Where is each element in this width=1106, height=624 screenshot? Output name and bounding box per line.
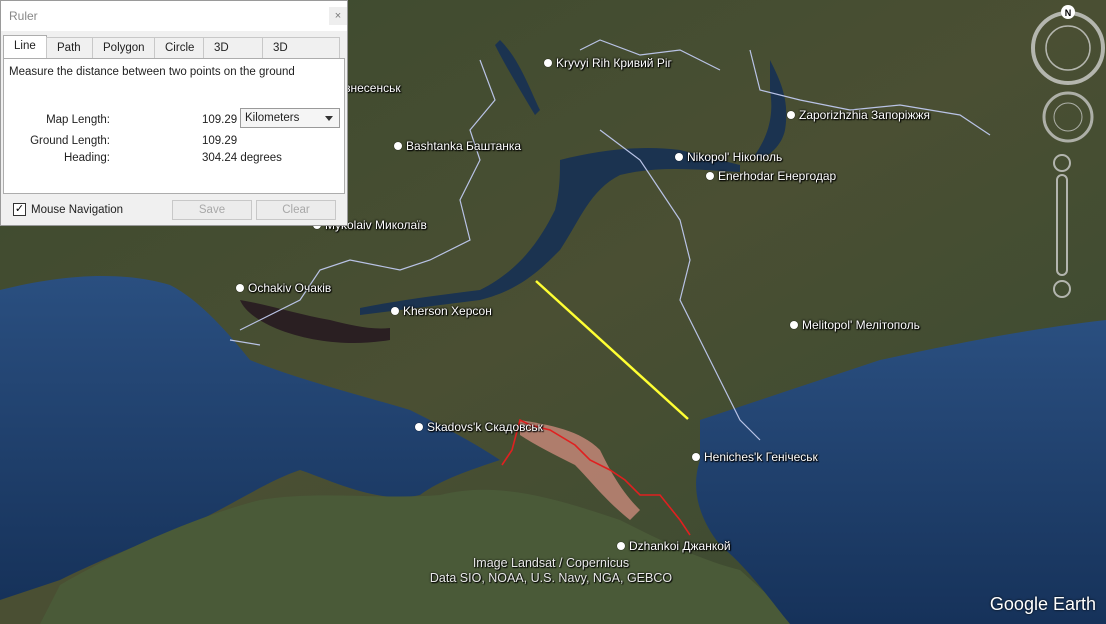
unit-dropdown-value: Kilometers [245,112,300,124]
close-icon[interactable]: × [329,7,347,25]
map-length-label: Map Length: [46,114,110,126]
place-marker-icon [617,542,625,550]
place-marker-icon [692,453,700,461]
tab-circle[interactable]: Circle [154,37,204,58]
place-marker-icon [415,423,423,431]
mouse-navigation-checkbox[interactable]: ✓ [13,203,26,216]
place-marker-icon [787,111,795,119]
place-skadovsk[interactable]: Skadovs'k Скадовськ [415,420,543,434]
heading-label: Heading: [63,152,110,164]
place-bashtanka[interactable]: Bashtanka Баштанка [394,139,521,153]
ground-length-label: Ground Length: [30,135,110,147]
ruler-titlebar[interactable]: Ruler × [1,1,347,31]
ruler-tabs: Line Path Polygon Circle 3D path 3D poly… [3,35,340,75]
place-label: Skadovs'k Скадовськ [427,420,543,434]
place-marker-icon [236,284,244,292]
place-marker-icon [706,172,714,180]
place-label: Zaporizhzhia Запоріжжя [799,108,931,122]
place-label: Melitopol' Мелітополь [802,318,920,332]
place-marker-icon [675,153,683,161]
place-partial-label: знесенськ [345,81,401,95]
tab-3d-path[interactable]: 3D path [203,37,263,75]
tab-line[interactable]: Line [3,35,47,58]
look-joystick-icon [1042,91,1094,143]
unit-dropdown[interactable]: Kilometers [240,108,340,128]
place-label: Heniches'k Генічеськ [704,450,818,464]
mouse-navigation-label[interactable]: Mouse Navigation [31,204,123,216]
place-kryvyi-rih[interactable]: Kryvyi Rih Кривий Ріг [544,56,672,70]
compass-ring[interactable] [1031,11,1105,85]
save-button[interactable]: Save [172,200,252,220]
heading-value: 304.24 degrees [202,152,282,164]
ruler-title: Ruler [9,9,38,23]
place-enerhodar[interactable]: Enerhodar Енергодар [706,169,836,183]
map-length-value: 109.29 [202,114,238,126]
navigation-controls[interactable]: N [1020,0,1106,310]
place-dzhankoi[interactable]: Dzhankoi Джанкой [617,539,731,553]
clear-button[interactable]: Clear [256,200,336,220]
place-melitopol[interactable]: Melitopol' Мелітополь [790,318,920,332]
place-kherson[interactable]: Kherson Херсон [391,304,492,318]
place-marker-icon [394,142,402,150]
place-label: Ochakiv Очаків [248,281,332,295]
place-label: Bashtanka Баштанка [406,139,522,153]
place-label: Enerhodar Енергодар [718,169,837,183]
place-marker-icon [391,307,399,315]
zoom-slider [1053,154,1071,298]
ruler-dialog[interactable]: Ruler × Line Path Polygon Circle 3D path… [0,0,348,226]
chevron-down-icon [325,116,333,121]
place-ochakiv[interactable]: Ochakiv Очаків [236,281,331,295]
tab-polygon[interactable]: Polygon [92,37,155,58]
compass-north-label: N [1065,8,1072,18]
ruler-description: Measure the distance between two points … [9,66,295,78]
tab-3d-polygon[interactable]: 3D polygon [262,37,340,75]
ground-length-value: 109.29 [202,135,238,147]
ruler-line-panel: Measure the distance between two points … [3,58,345,194]
place-label: Kherson Херсон [403,304,492,318]
place-marker-icon [544,59,552,67]
place-label: Dzhankoi Джанкой [629,539,731,553]
place-henichesk[interactable]: Heniches'k Генічеськ [692,450,818,464]
place-label: Kryvyi Rih Кривий Ріг [556,56,672,70]
tab-path[interactable]: Path [46,37,93,58]
place-marker-icon [790,321,798,329]
google-earth-logo: Google Earth [989,594,1096,614]
place-zaporizhzhia[interactable]: Zaporizhzhia Запоріжжя [787,108,930,122]
place-nikopol[interactable]: Nikopol' Нікополь [675,150,782,164]
place-label: Nikopol' Нікополь [687,150,783,164]
